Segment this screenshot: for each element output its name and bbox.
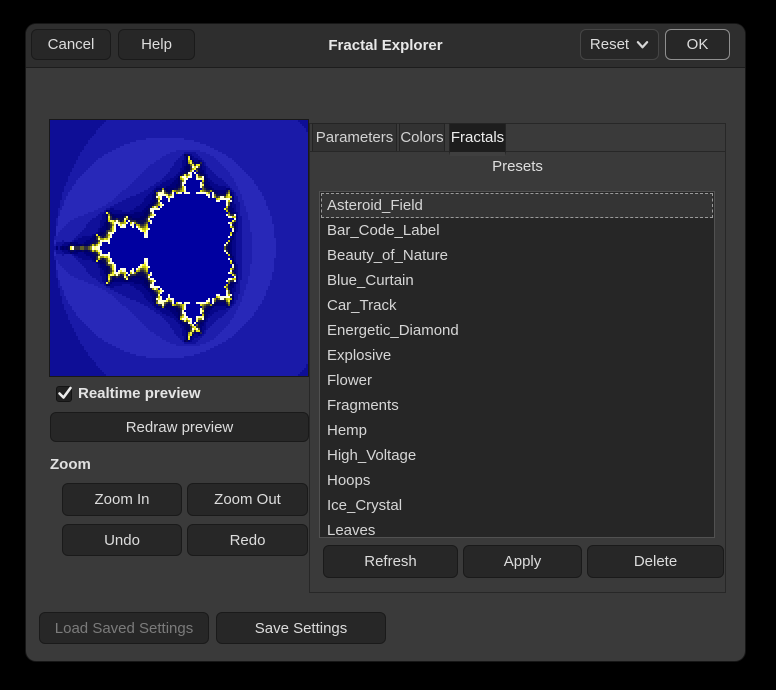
zoom-out-label: Zoom Out (214, 491, 281, 508)
realtime-preview-label: Realtime preview (78, 385, 201, 402)
preset-item[interactable]: Explosive (321, 343, 713, 368)
preset-item[interactable]: Beauty_of_Nature (321, 243, 713, 268)
tab-colors[interactable]: Colors (399, 123, 445, 151)
load-saved-settings-button: Load Saved Settings (39, 612, 209, 644)
preset-item[interactable]: Hoops (321, 468, 713, 493)
redraw-preview-button[interactable]: Redraw preview (50, 412, 309, 442)
preset-item[interactable]: Leaves (321, 518, 713, 538)
refresh-label: Refresh (364, 553, 417, 570)
ok-button-label: OK (687, 36, 709, 53)
chevron-down-icon (636, 38, 649, 51)
redo-label: Redo (230, 532, 266, 549)
preset-item[interactable]: Fragments (321, 393, 713, 418)
preset-item[interactable]: Car_Track (321, 293, 713, 318)
reset-button-label: Reset (590, 36, 629, 53)
help-button-label: Help (141, 36, 172, 53)
redraw-preview-label: Redraw preview (126, 419, 234, 436)
preset-item[interactable]: Energetic_Diamond (321, 318, 713, 343)
preset-item[interactable]: Bar_Code_Label (321, 218, 713, 243)
tab-colors-label: Colors (400, 129, 443, 146)
fractal-explorer-dialog: Fractal Explorer Cancel Help Reset OK (26, 24, 745, 661)
preset-item[interactable]: Ice_Crystal (321, 493, 713, 518)
checkmark-icon (57, 385, 73, 401)
refresh-button[interactable]: Refresh (323, 545, 458, 578)
load-saved-settings-label: Load Saved Settings (55, 620, 193, 637)
cancel-button-label: Cancel (48, 36, 95, 53)
zoom-in-button[interactable]: Zoom In (62, 483, 182, 516)
settings-notebook: Parameters Colors Fractals Presets Aster… (309, 123, 726, 593)
tab-strip: Parameters Colors Fractals (309, 123, 726, 152)
reset-dropdown-button[interactable]: Reset (580, 29, 659, 60)
zoom-section-label: Zoom (50, 456, 91, 473)
preset-item[interactable]: Hemp (321, 418, 713, 443)
save-settings-label: Save Settings (255, 620, 348, 637)
fractal-preview[interactable] (49, 119, 309, 377)
tab-parameters[interactable]: Parameters (312, 123, 397, 151)
apply-button[interactable]: Apply (463, 545, 582, 578)
undo-button[interactable]: Undo (62, 524, 182, 556)
realtime-preview-checkbox[interactable] (56, 386, 72, 402)
save-settings-button[interactable]: Save Settings (216, 612, 386, 644)
preset-item[interactable]: Flower (321, 368, 713, 393)
help-button[interactable]: Help (118, 29, 195, 60)
undo-label: Undo (104, 532, 140, 549)
delete-label: Delete (634, 553, 677, 570)
redo-button[interactable]: Redo (187, 524, 308, 556)
ok-button[interactable]: OK (665, 29, 730, 60)
zoom-in-label: Zoom In (94, 491, 149, 508)
dialog-title: Fractal Explorer (186, 24, 585, 67)
tab-fractals[interactable]: Fractals (449, 123, 506, 156)
tab-fractals-label: Fractals (451, 129, 504, 146)
zoom-out-button[interactable]: Zoom Out (187, 483, 308, 516)
dialog-titlebar: Fractal Explorer Cancel Help Reset OK (26, 24, 745, 68)
cancel-button[interactable]: Cancel (31, 29, 111, 60)
fractal-preview-canvas (50, 120, 308, 376)
apply-label: Apply (504, 553, 542, 570)
screenshot-stage: Fractal Explorer Cancel Help Reset OK (0, 0, 776, 690)
preset-item[interactable]: High_Voltage (321, 443, 713, 468)
preset-list[interactable]: Asteroid_FieldBar_Code_LabelBeauty_of_Na… (319, 191, 715, 538)
tab-parameters-label: Parameters (316, 129, 394, 146)
presets-label: Presets (310, 158, 725, 175)
delete-button[interactable]: Delete (587, 545, 724, 578)
preset-item[interactable]: Blue_Curtain (321, 268, 713, 293)
preset-item[interactable]: Asteroid_Field (321, 193, 713, 218)
